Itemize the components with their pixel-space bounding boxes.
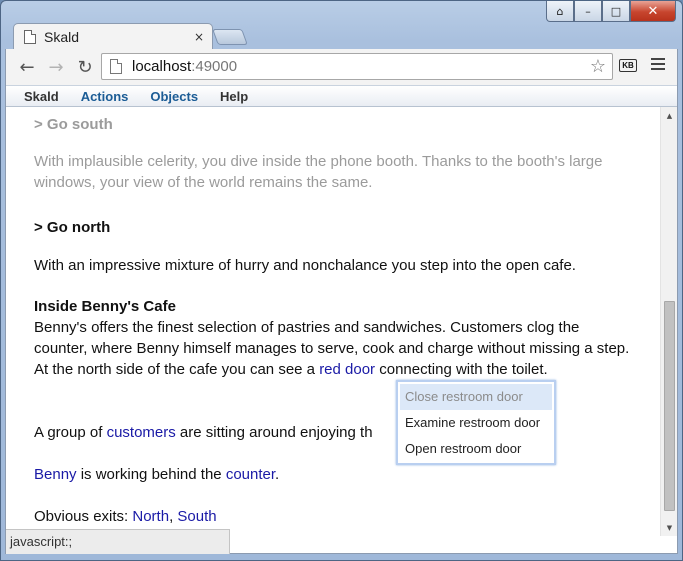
customers-tail: are sitting around enjoying th: [175, 424, 373, 441]
page-favicon-icon: [24, 29, 36, 44]
room-title: Inside Benny's Cafe: [34, 298, 176, 315]
scroll-down-icon[interactable]: ▼: [661, 519, 677, 536]
exits-line: Obvious exits: North, South: [34, 506, 634, 527]
door-action-dropdown: Close restroom door Examine restroom doo…: [396, 380, 556, 465]
previous-response: With implausible celerity, you dive insi…: [34, 153, 603, 191]
maximize-button[interactable]: □: [602, 1, 630, 22]
close-window-button[interactable]: ✕: [630, 1, 676, 22]
address-bar[interactable]: localhost:49000 ☆: [101, 53, 613, 80]
browser-tab[interactable]: Skald ×: [13, 23, 213, 49]
benny-link[interactable]: Benny: [34, 466, 77, 483]
keyboard-extension-icon[interactable]: KB: [619, 59, 637, 72]
scroll-up-icon[interactable]: ▲: [661, 107, 677, 124]
menu-objects[interactable]: Objects: [150, 89, 198, 104]
examine-restroom-door-option[interactable]: Examine restroom door: [400, 410, 552, 436]
exit-north-link[interactable]: North: [132, 508, 169, 525]
app-brand[interactable]: Skald: [24, 89, 59, 104]
customers-link[interactable]: customers: [107, 424, 176, 441]
back-arrow-icon[interactable]: ←: [15, 55, 39, 79]
tab-close-icon[interactable]: ×: [194, 30, 204, 44]
benny-line: Benny is working behind the counter.: [34, 464, 634, 485]
bookmark-star-icon[interactable]: ☆: [590, 56, 606, 77]
page-viewport: Skald Actions Objects Help > Go south Wi…: [5, 85, 678, 536]
counter-link[interactable]: counter: [226, 466, 275, 483]
benny-end: .: [275, 466, 280, 483]
room-description: Benny's offers the finest selection of p…: [34, 317, 634, 380]
exit-south-link[interactable]: South: [177, 508, 216, 525]
vertical-scrollbar[interactable]: ▲ ▼: [660, 107, 677, 536]
forward-arrow-icon[interactable]: →: [44, 55, 68, 79]
open-restroom-door-option[interactable]: Open restroom door: [400, 436, 552, 462]
browser-menu-icon[interactable]: [651, 56, 665, 72]
url-host: localhost: [132, 58, 192, 75]
tab-title: Skald: [44, 28, 80, 45]
user-icon[interactable]: ⌂: [546, 1, 574, 22]
scroll-thumb[interactable]: [664, 301, 675, 511]
browser-window: ⌂ – □ ✕ Skald × ← → ↻ localhost:49000 ☆ …: [0, 0, 683, 561]
current-command: > Go north: [34, 219, 111, 236]
exits-label: Obvious exits:: [34, 508, 133, 525]
status-bubble: javascript:;: [6, 529, 230, 554]
reload-icon[interactable]: ↻: [73, 55, 97, 79]
browser-toolbar: ← → ↻ localhost:49000 ☆ KB: [5, 49, 678, 85]
command-response: With an impressive mixture of hurry and …: [34, 257, 576, 274]
page-icon: [110, 59, 122, 74]
minimize-button[interactable]: –: [574, 1, 602, 22]
new-tab-button[interactable]: [212, 29, 248, 45]
window-controls: ⌂ – □ ✕: [546, 1, 676, 22]
room-desc-tail: connecting with the toilet.: [375, 361, 548, 378]
menu-help[interactable]: Help: [220, 89, 248, 104]
previous-command: > Go south: [34, 116, 113, 133]
benny-text: is working behind the: [76, 466, 226, 483]
red-door-link[interactable]: red door: [319, 361, 375, 378]
menu-actions[interactable]: Actions: [81, 89, 129, 104]
app-menubar: Skald Actions Objects Help: [6, 85, 677, 107]
url-port: :49000: [191, 58, 238, 75]
close-restroom-door-option[interactable]: Close restroom door: [400, 384, 552, 410]
customers-text: A group of: [34, 424, 107, 441]
